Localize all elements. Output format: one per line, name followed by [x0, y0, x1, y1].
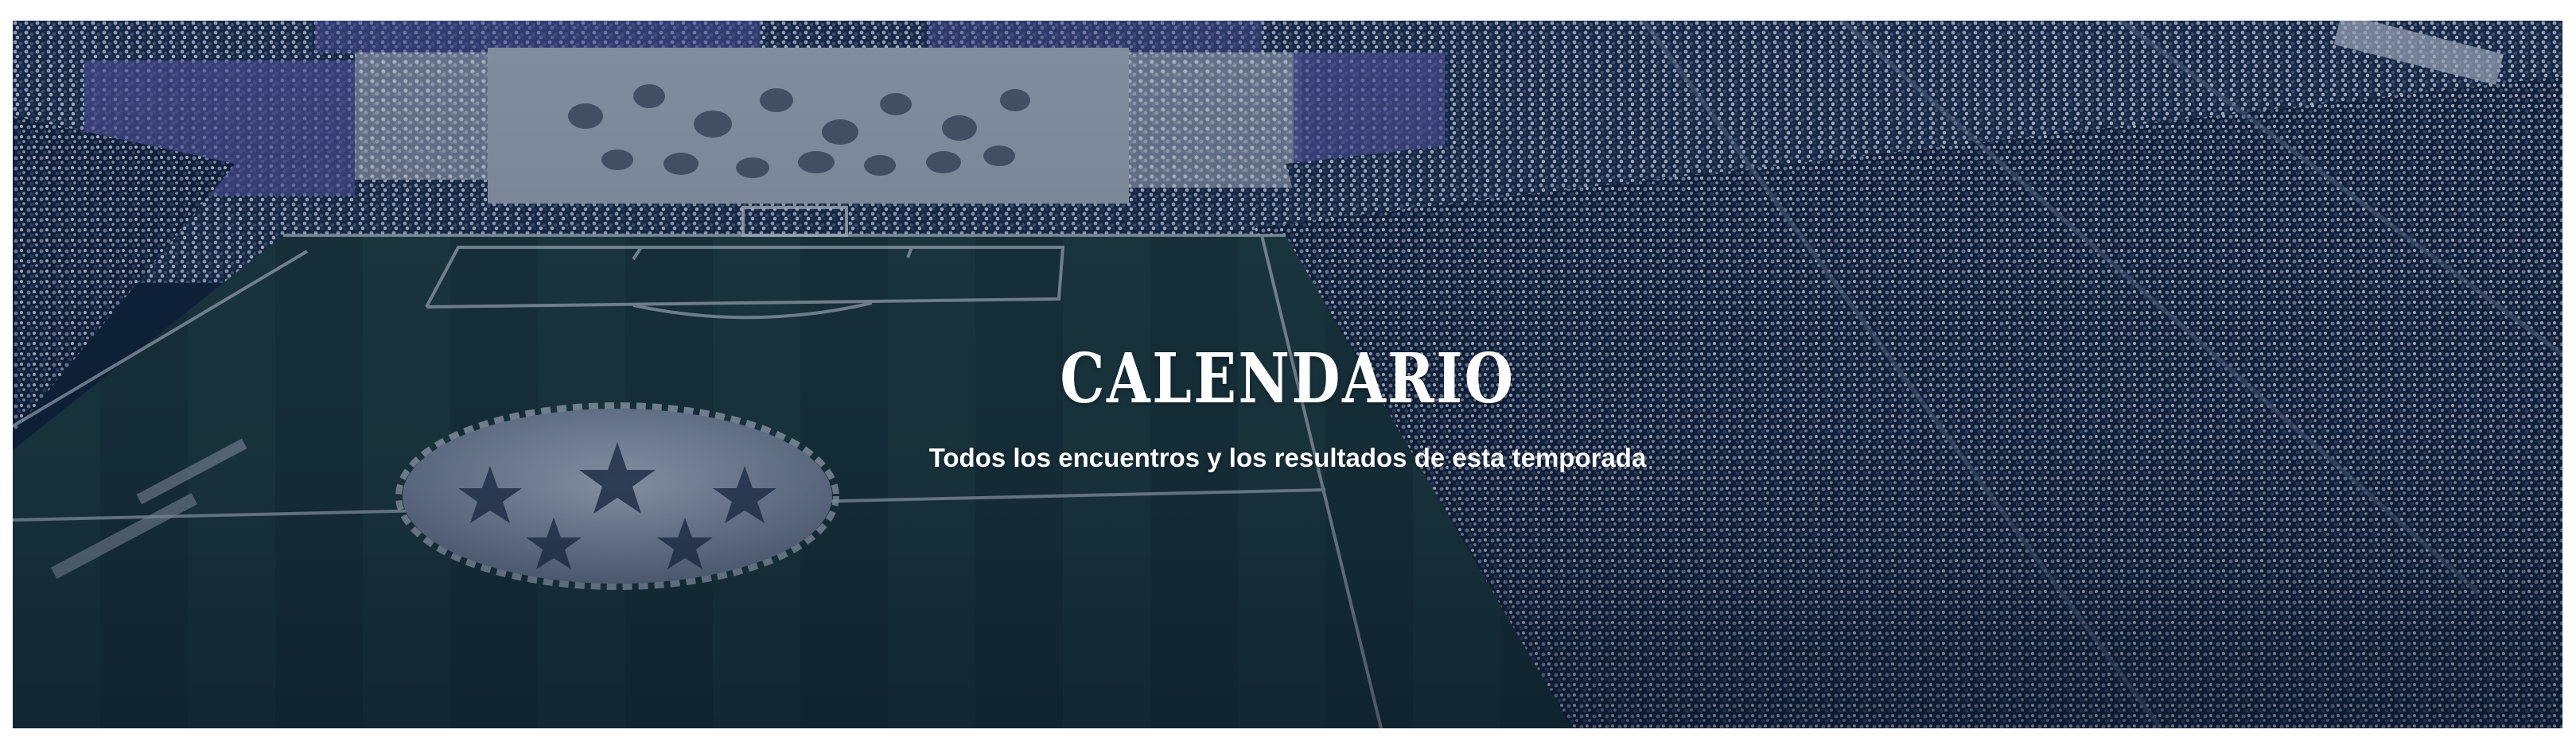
page-title: CALENDARIO [1060, 338, 1516, 419]
hero-banner: CALENDARIO Todos los encuentros y los re… [13, 21, 2562, 728]
page-subtitle: Todos los encuentros y los resultados de… [928, 443, 1647, 472]
page: CALENDARIO Todos los encuentros y los re… [0, 0, 2576, 749]
